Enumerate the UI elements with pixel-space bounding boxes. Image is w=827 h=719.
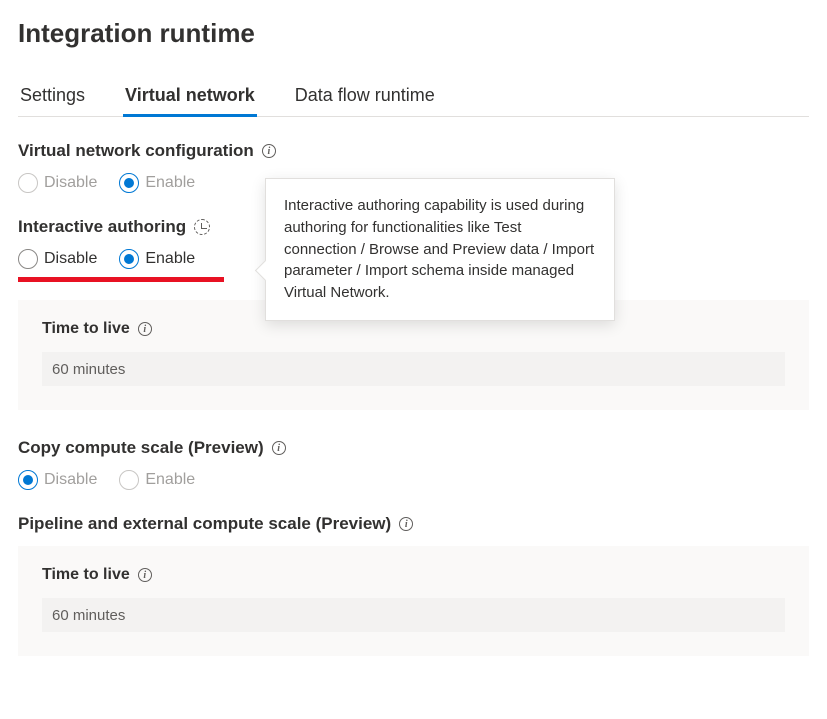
radio-label: Disable xyxy=(44,471,97,489)
radio-label: Enable xyxy=(145,174,195,192)
pipeline-compute-text: Pipeline and external compute scale (Pre… xyxy=(18,514,391,534)
ttl2-input[interactable] xyxy=(42,598,785,632)
interactive-authoring-disable[interactable]: Disable xyxy=(18,249,97,269)
copy-compute-disable[interactable]: Disable xyxy=(18,470,97,490)
copy-compute-enable[interactable]: Enable xyxy=(119,470,195,490)
radio-label: Enable xyxy=(145,250,195,268)
tabs: Settings Virtual network Data flow runti… xyxy=(18,77,809,117)
interactive-authoring-tooltip: Interactive authoring capability is used… xyxy=(265,178,615,321)
radio-icon xyxy=(119,249,139,269)
clock-icon[interactable] xyxy=(194,219,210,235)
ttl2-text: Time to live xyxy=(42,566,130,584)
copy-compute-label: Copy compute scale (Preview) i xyxy=(18,438,809,458)
radio-icon xyxy=(119,470,139,490)
tab-settings[interactable]: Settings xyxy=(18,77,87,116)
radio-label: Enable xyxy=(145,471,195,489)
radio-icon xyxy=(119,173,139,193)
info-icon[interactable]: i xyxy=(138,568,152,582)
vnet-config-enable[interactable]: Enable xyxy=(119,173,195,193)
copy-compute-text: Copy compute scale (Preview) xyxy=(18,438,264,458)
interactive-authoring-text: Interactive authoring xyxy=(18,217,186,237)
radio-label: Disable xyxy=(44,250,97,268)
vnet-config-label: Virtual network configuration i xyxy=(18,141,809,161)
info-icon[interactable]: i xyxy=(272,441,286,455)
info-icon[interactable]: i xyxy=(399,517,413,531)
ttl1-label: Time to live i xyxy=(42,320,785,338)
ttl1-input[interactable] xyxy=(42,352,785,386)
copy-compute-radio-group: Disable Enable xyxy=(18,470,809,490)
ttl2-label: Time to live i xyxy=(42,566,785,584)
pipeline-compute-label: Pipeline and external compute scale (Pre… xyxy=(18,514,809,534)
radio-icon xyxy=(18,470,38,490)
radio-icon xyxy=(18,173,38,193)
radio-label: Disable xyxy=(44,174,97,192)
info-icon[interactable]: i xyxy=(262,144,276,158)
ttl1-text: Time to live xyxy=(42,320,130,338)
radio-icon xyxy=(18,249,38,269)
vnet-config-text: Virtual network configuration xyxy=(18,141,254,161)
highlight-underline xyxy=(18,277,224,282)
page-title: Integration runtime xyxy=(18,18,809,49)
tab-data-flow-runtime[interactable]: Data flow runtime xyxy=(293,77,437,116)
tab-virtual-network[interactable]: Virtual network xyxy=(123,77,257,116)
ttl-panel-2: Time to live i xyxy=(18,546,809,656)
info-icon[interactable]: i xyxy=(138,322,152,336)
interactive-authoring-enable[interactable]: Enable xyxy=(119,249,195,269)
vnet-config-disable[interactable]: Disable xyxy=(18,173,97,193)
